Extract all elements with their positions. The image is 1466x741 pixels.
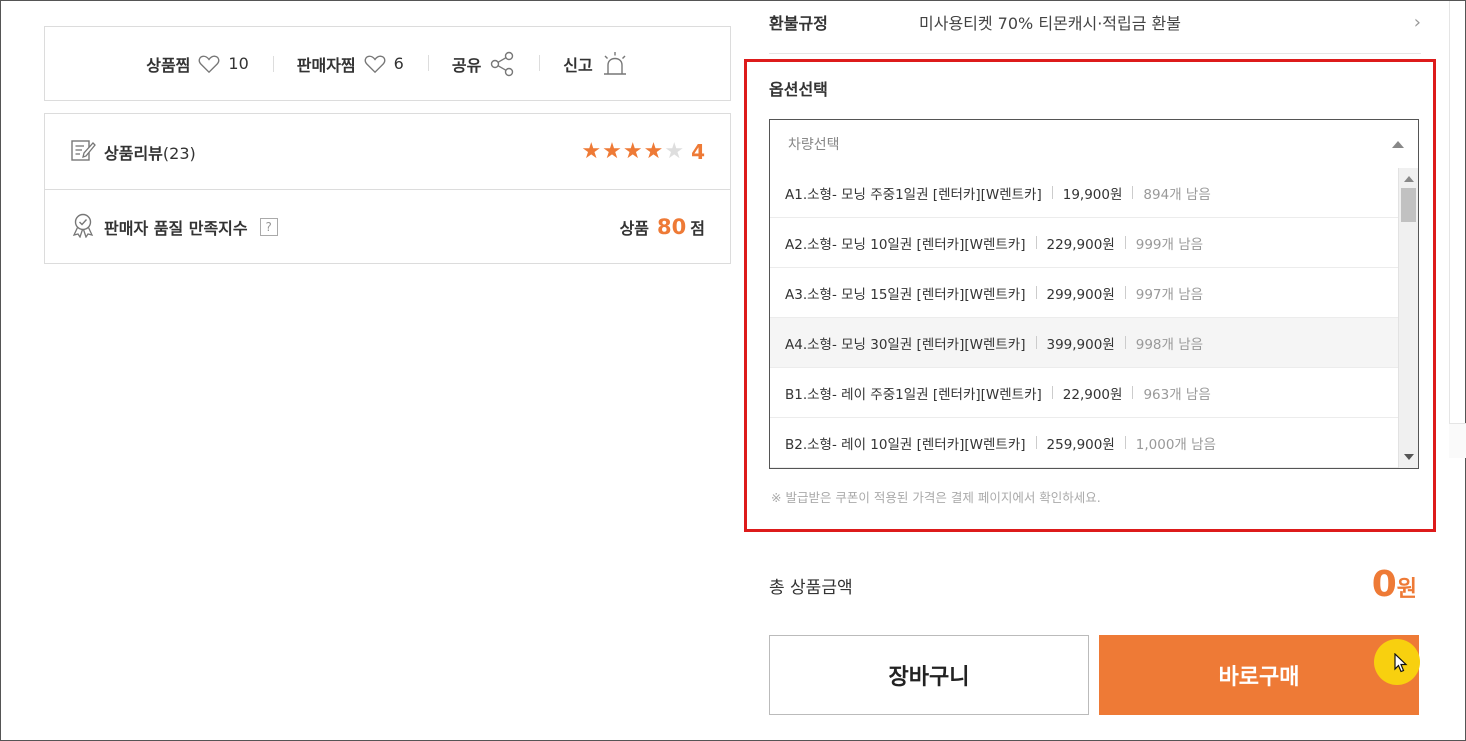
seller-wish-label: 판매자찜: [296, 55, 356, 75]
quality-label: 판매자 품질 만족지수: [104, 219, 248, 238]
star-filled-icon: ★: [643, 138, 664, 164]
page-scroll-edge-segment: [1449, 423, 1466, 458]
option-name: A3.소형- 모닝 15일권 [렌터카][W렌트카]: [785, 286, 1026, 303]
option-item[interactable]: A1.소형- 모닝 주중1일권 [렌터카][W렌트카] 19,900원 894개…: [770, 168, 1398, 218]
score-value: 80: [657, 215, 687, 239]
mouse-pointer-icon: [1394, 652, 1408, 677]
scroll-down-icon[interactable]: [1404, 454, 1414, 460]
quality-score: 상품 80 점: [620, 215, 705, 239]
score-prefix: 상품: [619, 219, 650, 238]
wish-product-button[interactable]: 상품찜 10: [122, 52, 273, 76]
page-scroll-edge: [1449, 1, 1466, 458]
star-filled-icon: ★: [622, 138, 643, 164]
share-label: 공유: [451, 55, 482, 75]
option-item[interactable]: B1.소형- 레이 주중1일권 [렌터카][W렌트카] 22,900원 963개…: [770, 368, 1398, 418]
option-stock: 999개 남음: [1135, 236, 1204, 253]
option-item[interactable]: A4.소형- 모닝 30일권 [렌터카][W렌트카] 399,900원 998개…: [770, 318, 1398, 368]
help-icon[interactable]: ?: [259, 218, 278, 236]
product-stats-bar: 상품찜 10 판매자찜 6 공유 신고: [44, 26, 731, 101]
buy-now-button[interactable]: 바로구매: [1099, 635, 1419, 715]
option-stock: 963개 남음: [1143, 386, 1211, 403]
option-item[interactable]: A2.소형- 모닝 10일권 [렌터카][W렌트카] 229,900원 999개…: [770, 218, 1398, 268]
option-price: 229,900원: [1046, 236, 1115, 253]
option-name: A1.소형- 모닝 주중1일권 [렌터카][W렌트카]: [785, 186, 1042, 203]
wish-seller-button[interactable]: 판매자찜 6: [272, 52, 428, 76]
review-row[interactable]: 상품리뷰(23) ★ ★ ★ ★ ★ 4: [45, 114, 730, 189]
option-name: B1.소형- 레이 주중1일권 [렌터카][W렌트카]: [785, 386, 1042, 403]
report-label: 신고: [563, 55, 593, 75]
option-stock: 998개 남음: [1135, 336, 1204, 353]
wish-count: 10: [228, 54, 249, 73]
score-suffix: 점: [690, 219, 705, 238]
heart-icon: [198, 54, 220, 74]
option-name: A4.소형- 모닝 30일권 [렌터카][W렌트카]: [785, 336, 1026, 353]
option-price: 399,900원: [1046, 336, 1115, 353]
wish-label: 상품찜: [146, 55, 191, 75]
refund-text: 미사용티켓 70% 티몬캐시·적립금 환불: [919, 14, 1181, 33]
total-label: 총 상품금액: [769, 578, 853, 598]
option-price: 19,900원: [1062, 186, 1123, 203]
option-stock: 894개 남음: [1143, 186, 1211, 203]
share-button[interactable]: 공유: [427, 51, 539, 77]
option-item[interactable]: A3.소형- 모닝 15일권 [렌터카][W렌트카] 299,900원 997개…: [770, 268, 1398, 318]
award-ribbon-icon: [70, 212, 96, 242]
star-filled-icon: ★: [602, 138, 622, 164]
star-empty-icon: ★: [664, 138, 685, 164]
total-amount: 0원: [1372, 564, 1417, 605]
report-button[interactable]: 신고: [539, 51, 652, 77]
vehicle-select[interactable]: 차량선택: [769, 119, 1419, 169]
siren-icon: [601, 51, 629, 77]
share-icon: [489, 51, 515, 77]
seller-wish-count: 6: [393, 54, 404, 73]
option-dropdown-list[interactable]: A1.소형- 모닝 주중1일권 [렌터카][W렌트카] 19,900원 894개…: [769, 168, 1419, 469]
scroll-up-icon[interactable]: [1404, 176, 1414, 182]
quality-row: 판매자 품질 만족지수 ? 상품 80 점: [45, 189, 730, 264]
review-rating: ★ ★ ★ ★ ★ 4: [581, 140, 705, 164]
option-stock: 1,000개 남음: [1135, 436, 1216, 453]
review-count: (23): [162, 143, 196, 163]
option-price: 259,900원: [1046, 436, 1115, 453]
total-value: 0: [1371, 564, 1397, 605]
option-item[interactable]: B2.소형- 레이 10일권 [렌터카][W렌트카] 259,900원 1,00…: [770, 418, 1398, 468]
option-name: A2.소형- 모닝 10일권 [렌터카][W렌트카]: [785, 236, 1026, 253]
dropdown-scrollbar[interactable]: [1398, 168, 1418, 468]
select-placeholder: 차량선택: [788, 137, 840, 153]
option-price: 299,900원: [1046, 286, 1115, 303]
option-title: 옵션선택: [769, 80, 828, 99]
add-to-cart-button[interactable]: 장바구니: [769, 635, 1089, 715]
caret-up-icon: [1392, 140, 1404, 148]
star-filled-icon: ★: [581, 138, 602, 164]
rating-value: 4: [691, 139, 705, 164]
divider: [769, 53, 1421, 54]
total-unit: 원: [1396, 577, 1417, 602]
refund-label: 환불규정: [769, 14, 828, 33]
option-name: B2.소형- 레이 10일권 [렌터카][W렌트카]: [785, 436, 1026, 453]
option-stock: 997개 남음: [1135, 286, 1204, 303]
chevron-right-icon: ›: [1413, 11, 1421, 33]
product-info-box: 상품리뷰(23) ★ ★ ★ ★ ★ 4 판매자 품질 만족지수 ? 상품 80…: [44, 113, 731, 264]
refund-policy-row[interactable]: 환불규정 미사용티켓 70% 티몬캐시·적립금 환불 ›: [769, 7, 1421, 37]
coupon-note: ※ 발급받은 쿠폰이 적용된 가격은 결제 페이지에서 확인하세요.: [771, 490, 1101, 505]
scroll-thumb[interactable]: [1401, 188, 1416, 222]
review-label: 상품리뷰: [104, 143, 163, 163]
review-edit-icon: [70, 138, 96, 166]
heart-icon: [364, 54, 386, 74]
option-price: 22,900원: [1062, 386, 1123, 403]
